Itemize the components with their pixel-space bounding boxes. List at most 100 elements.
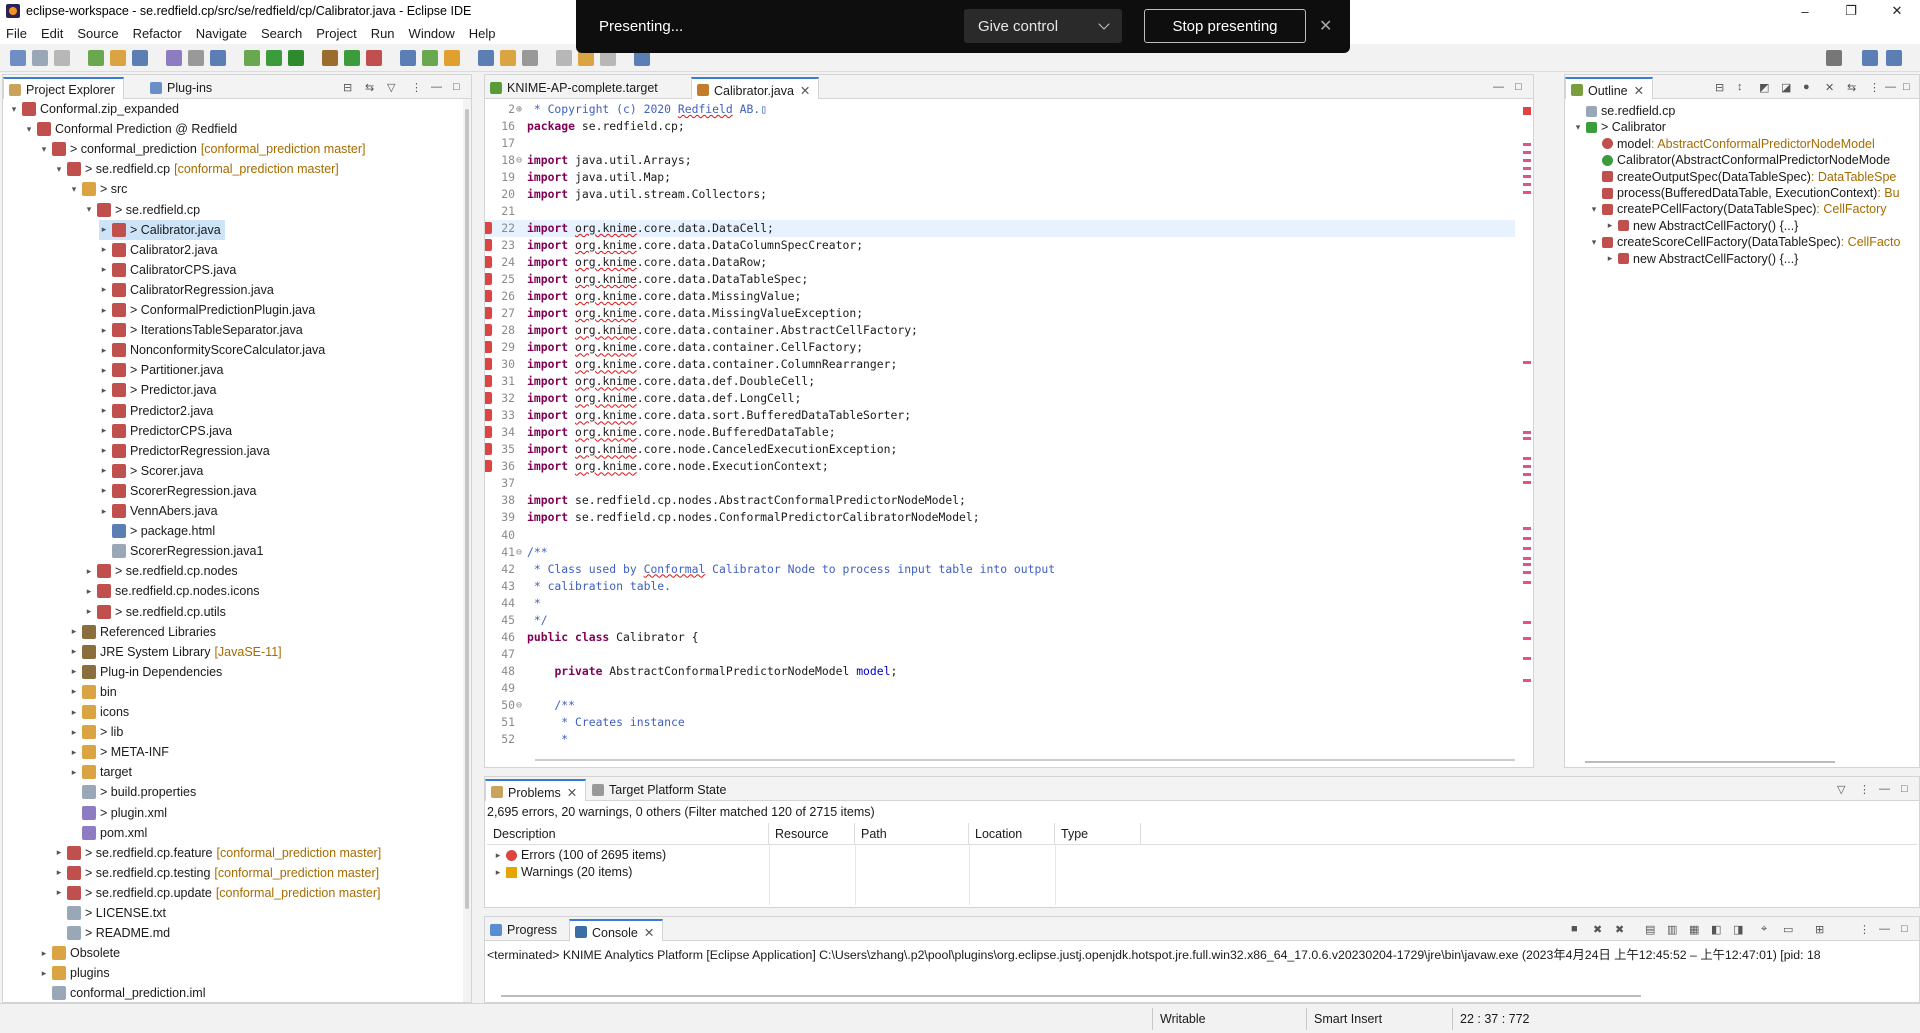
menu-search[interactable]: Search (261, 26, 302, 41)
maximize-button[interactable]: ❐ (1828, 0, 1874, 22)
code-line[interactable]: 36 import org.knime.core.node.ExecutionCo… (485, 458, 1515, 475)
minimize-view-icon[interactable]: — (1879, 923, 1890, 935)
back-icon[interactable] (500, 50, 516, 66)
new-icon[interactable] (10, 50, 26, 66)
error-marker-icon[interactable] (485, 409, 492, 422)
code-line[interactable]: 20 import java.util.stream.Collectors; (485, 186, 1515, 203)
overview-error-mark[interactable] (1523, 175, 1531, 178)
problem-group-row[interactable]: ▸ Warnings (20 items) (493, 862, 633, 882)
overview-error-mark[interactable] (1523, 621, 1531, 624)
tree-item[interactable]: ▸ bin (69, 682, 117, 702)
fold-toggle-icon[interactable]: ⊖ (516, 544, 522, 561)
tree-item[interactable]: > build.properties (69, 782, 196, 802)
tree-item[interactable]: ▸ > IterationsTableSeparator.java (99, 320, 303, 340)
menu-project[interactable]: Project (316, 26, 356, 41)
tree-item[interactable]: ▸ > Calibrator.java (99, 219, 225, 240)
close-tab-icon[interactable]: ✕ (800, 84, 810, 98)
collapsed-arrow-icon[interactable]: ▸ (69, 686, 79, 697)
collapsed-arrow-icon[interactable]: ▸ (84, 606, 94, 617)
collapsed-arrow-icon[interactable]: ▸ (99, 506, 109, 517)
code-line[interactable]: 47 (485, 646, 1515, 663)
tree-item[interactable]: ▾ Conformal.zip_expanded (9, 99, 179, 119)
perspective-icon[interactable] (1862, 50, 1878, 66)
annotation-icon[interactable] (422, 50, 438, 66)
tree-item[interactable]: ▸ > META-INF (69, 742, 169, 762)
overview-error-mark[interactable] (1523, 361, 1531, 364)
collapsed-arrow-icon[interactable]: ▸ (69, 767, 79, 778)
code-line[interactable]: 52 * (485, 731, 1515, 748)
collapsed-arrow-icon[interactable]: ▸ (493, 867, 503, 878)
maximize-view-icon[interactable]: □ (1901, 783, 1908, 795)
error-marker-icon[interactable] (485, 341, 492, 354)
error-marker-icon[interactable] (485, 392, 492, 405)
open-type-icon[interactable] (110, 50, 126, 66)
view-menu-icon[interactable]: ⋮ (1859, 923, 1870, 936)
collapsed-arrow-icon[interactable]: ▸ (39, 968, 49, 979)
view-menu-icon[interactable]: ⋮ (411, 81, 422, 94)
show-whitespace-icon[interactable] (188, 50, 204, 66)
tree-item[interactable]: conformal_prediction.iml (39, 983, 205, 1002)
collapsed-arrow-icon[interactable]: ▸ (84, 566, 94, 577)
overview-error-mark[interactable] (1523, 465, 1531, 468)
code-line[interactable]: 19 import java.util.Map; (485, 169, 1515, 186)
minimize-view-icon[interactable]: — (1879, 783, 1890, 795)
collapsed-arrow-icon[interactable]: ▸ (99, 224, 109, 235)
search-icon[interactable] (132, 50, 148, 66)
overview-error-mark[interactable] (1523, 657, 1531, 660)
code-line[interactable]: 31 import org.knime.core.data.def.DoubleC… (485, 373, 1515, 390)
menu-edit[interactable]: Edit (41, 26, 63, 41)
overview-error-mark[interactable] (1523, 547, 1531, 550)
tree-item[interactable]: > LICENSE.txt (54, 903, 166, 923)
code-line[interactable]: 43 * calibration table. (485, 578, 1515, 595)
overview-error-mark[interactable] (1523, 637, 1531, 640)
collapsed-arrow-icon[interactable]: ▸ (54, 867, 64, 878)
tab-problems[interactable]: Problems ✕ (485, 779, 587, 801)
code-line[interactable]: 51 * Creates instance (485, 714, 1515, 731)
tree-item[interactable]: ▸ ScorerRegression.java (99, 481, 256, 501)
menu-file[interactable]: File (6, 26, 27, 41)
code-line[interactable]: 39 import se.redfield.cp.nodes.ConformalP… (485, 509, 1515, 526)
code-line[interactable]: 2 ⊕ * Copyright (c) 2020 Redfield AB.▯ (485, 101, 1515, 118)
code-line[interactable]: 22 import org.knime.core.data.DataCell; (485, 220, 1515, 238)
error-marker-icon[interactable] (485, 290, 492, 303)
collapsed-arrow-icon[interactable]: ▸ (99, 445, 109, 456)
tree-item[interactable]: ▸ se.redfield.cp.nodes.icons (84, 581, 260, 601)
overview-error-mark[interactable] (1523, 167, 1531, 170)
code-line[interactable]: 23 import org.knime.core.data.DataColumnS… (485, 237, 1515, 254)
tab-project-explorer[interactable]: Project Explorer (3, 77, 124, 99)
prev-annotation-icon[interactable] (478, 50, 494, 66)
overview-error-mark[interactable] (1523, 143, 1531, 146)
collapsed-arrow-icon[interactable]: ▸ (99, 425, 109, 436)
tree-item[interactable]: ▸ PredictorCPS.java (99, 421, 232, 441)
tree-item[interactable]: ▸ VennAbers.java (99, 501, 218, 521)
minimize-view-icon[interactable]: — (431, 81, 442, 93)
collapsed-arrow-icon[interactable]: ▸ (99, 465, 109, 476)
tab-calibrator-java[interactable]: Calibrator.java ✕ (691, 77, 820, 99)
overview-error-mark[interactable] (1523, 571, 1531, 574)
overview-error-mark[interactable] (1523, 437, 1531, 440)
skip-breakpoints-icon[interactable] (88, 50, 104, 66)
collapsed-arrow-icon[interactable]: ▸ (54, 887, 64, 898)
tab-target-platform-state[interactable]: Target Platform State (587, 779, 734, 801)
code-line[interactable]: 37 (485, 475, 1515, 492)
word-wrap-icon[interactable]: ▦ (1689, 923, 1699, 936)
error-marker-icon[interactable] (485, 443, 492, 456)
terminate-icon[interactable]: ■ (1571, 923, 1578, 935)
tree-item[interactable]: ▸ Plug-in Dependencies (69, 662, 222, 682)
menu-window[interactable]: Window (409, 26, 455, 41)
tree-item[interactable]: ScorerRegression.java1 (99, 541, 263, 561)
collapsed-arrow-icon[interactable]: ▸ (99, 405, 109, 416)
sort-icon[interactable]: ↕ (1737, 81, 1743, 93)
tree-item[interactable]: > README.md (54, 923, 170, 943)
expanded-arrow-icon[interactable]: ▾ (24, 124, 34, 135)
tree-item[interactable]: ▾ Conformal Prediction @ Redfield (24, 119, 237, 139)
pin-console-icon[interactable]: ⌖ (1761, 923, 1767, 936)
tree-item[interactable]: > package.html (99, 521, 215, 541)
menu-navigate[interactable]: Navigate (196, 26, 247, 41)
close-button[interactable]: ✕ (1874, 0, 1920, 22)
code-line[interactable]: 49 (485, 680, 1515, 697)
code-line[interactable]: 45 */ (485, 612, 1515, 629)
tree-item[interactable]: ▸ Referenced Libraries (69, 622, 216, 642)
overview-error-mark[interactable] (1523, 151, 1531, 154)
stop-presenting-button[interactable]: Stop presenting (1144, 9, 1306, 43)
